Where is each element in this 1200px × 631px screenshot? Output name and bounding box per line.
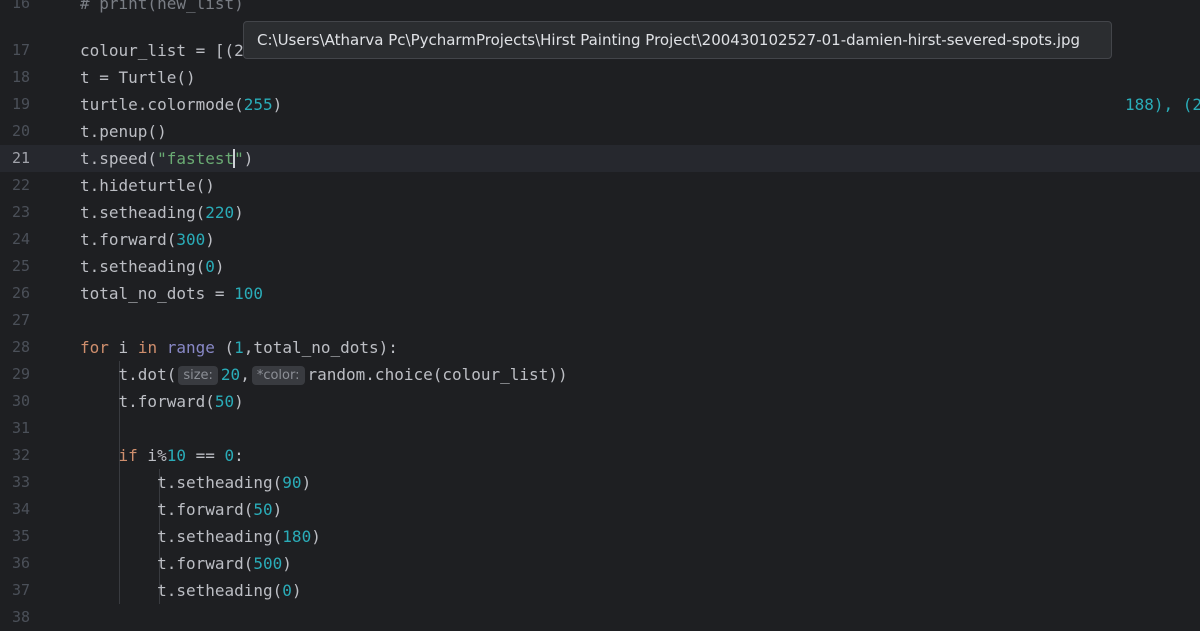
line-number: 22 xyxy=(12,176,31,194)
line-number: 30 xyxy=(12,392,31,410)
code-area[interactable]: # print(new_list) colour_list = [(2 188)… xyxy=(62,0,1200,625)
line-number: 31 xyxy=(12,419,31,437)
line-number: 34 xyxy=(12,500,31,518)
line-number: 25 xyxy=(12,257,31,275)
line-number: 35 xyxy=(12,527,31,545)
code-line-current[interactable]: t.speed("fastest") xyxy=(62,145,1200,172)
code-line[interactable]: t.setheading(0) xyxy=(62,577,1200,604)
line-number: 18 xyxy=(12,68,31,86)
code-line[interactable]: if i%10 == 0: xyxy=(62,442,1200,469)
line-number: 19 xyxy=(12,95,31,113)
code-line[interactable]: t.setheading(180) xyxy=(62,523,1200,550)
line-number: 24 xyxy=(12,230,31,248)
line-number-gutter[interactable]: 16 17 18 19 20 21 22 23 24 25 26 27 28 2… xyxy=(0,0,62,626)
code-line[interactable]: t.dot(size: 20, *color: random.choice(colou… xyxy=(62,361,1200,388)
line-number: 36 xyxy=(12,554,31,572)
code-editor[interactable]: 16 17 18 19 20 21 22 23 24 25 26 27 28 2… xyxy=(0,0,1200,626)
code-line[interactable]: t.forward(500) xyxy=(62,550,1200,577)
code-line[interactable]: # print(new_list) xyxy=(62,0,1200,17)
line-number: 26 xyxy=(12,284,31,302)
line-number: 16 xyxy=(12,0,31,12)
code-line[interactable] xyxy=(62,604,1200,631)
code-line[interactable]: t.setheading(90) xyxy=(62,469,1200,496)
line-number-current: 21 xyxy=(0,145,62,172)
code-line[interactable]: t.forward(50) xyxy=(62,496,1200,523)
code-line[interactable]: t.hideturtle() xyxy=(62,172,1200,199)
line-number: 29 xyxy=(12,365,31,383)
line-number: 38 xyxy=(12,608,31,626)
code-line[interactable]: turtle.colormode(255) xyxy=(62,91,1200,118)
line-number: 28 xyxy=(12,338,31,356)
code-line[interactable]: t.setheading(0) xyxy=(62,253,1200,280)
code-line[interactable]: total_no_dots = 100 xyxy=(62,280,1200,307)
line-number: 33 xyxy=(12,473,31,491)
line-number: 17 xyxy=(12,41,31,59)
code-line[interactable]: for i in range (1,total_no_dots): xyxy=(62,334,1200,361)
line-number: 32 xyxy=(12,446,31,464)
code-line[interactable]: t.forward(300) xyxy=(62,226,1200,253)
parameter-hint-size: size: xyxy=(178,366,218,385)
file-path-tooltip: C:\Users\Atharva Pc\PycharmProjects\Hirs… xyxy=(243,21,1112,59)
code-line[interactable]: t.forward(50) xyxy=(62,388,1200,415)
line-number: 23 xyxy=(12,203,31,221)
parameter-hint-color: *color: xyxy=(251,366,305,385)
code-line[interactable] xyxy=(62,415,1200,442)
code-line[interactable]: t.setheading(220) xyxy=(62,199,1200,226)
line-number: 20 xyxy=(12,122,31,140)
line-number: 27 xyxy=(12,311,31,329)
code-line[interactable]: t.penup() xyxy=(62,118,1200,145)
code-line[interactable]: t = Turtle() xyxy=(62,64,1200,91)
code-line[interactable] xyxy=(62,307,1200,334)
line-number: 37 xyxy=(12,581,31,599)
